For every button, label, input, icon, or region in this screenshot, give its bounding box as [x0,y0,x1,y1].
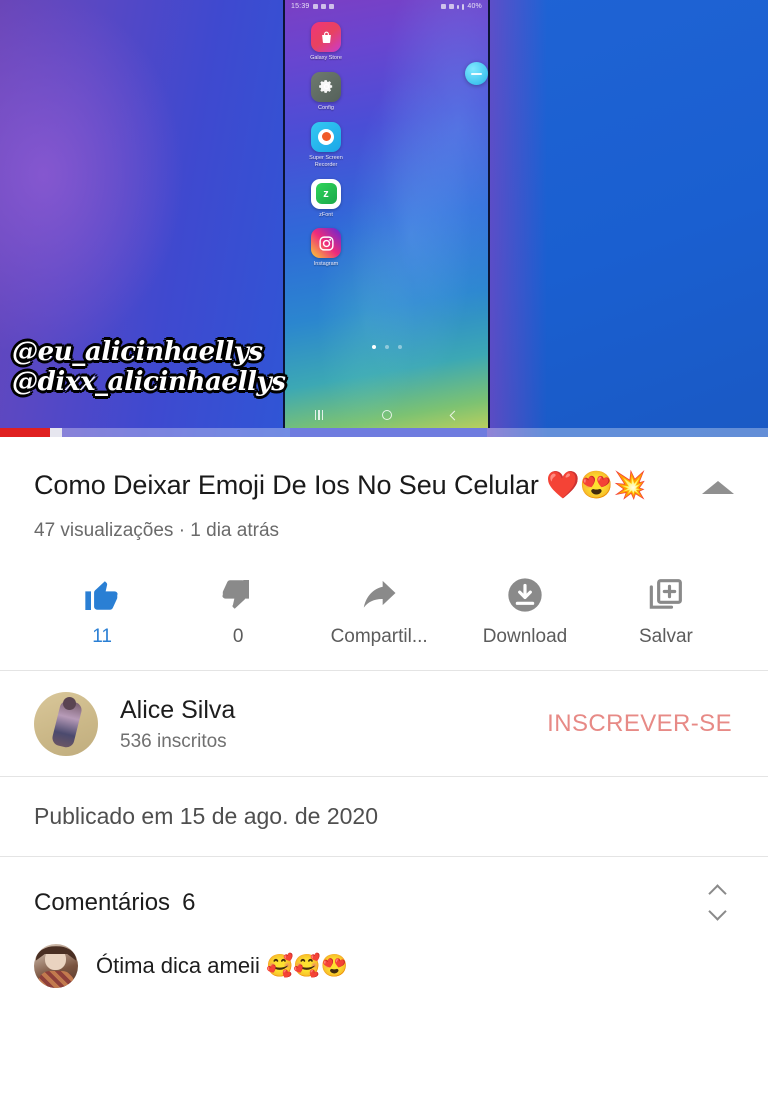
sort-icon[interactable] [701,883,734,922]
avatar[interactable] [34,691,98,756]
comment-text: Ótima dica ameii 🥰🥰😍 [96,953,349,979]
gear-icon [311,71,341,102]
status-bar-right: 40% [441,3,482,10]
download-label: Download [482,626,568,648]
subscribe-button[interactable]: INSCREVER-SE [547,710,734,738]
comments-header: Comentários 6 [34,883,734,922]
chevron-up-icon[interactable] [702,481,734,494]
player-background-glow [487,0,547,437]
status-icon-a [312,4,318,9]
comments-label: Comentários [34,888,171,916]
status-bar-time: 15:39 [291,3,310,10]
phone-app-label: Super Screen Recorder [309,154,343,168]
share-icon [357,572,401,618]
signal-icon-2 [462,3,465,10]
chevron-down-icon [708,902,727,921]
creator-watermark: @eu_alicinhaellys @dixx_alicinhaellys [12,337,286,398]
comment-avatar [34,944,78,989]
video-details: Como Deixar Emoji De Ios No Seu Celular … [0,437,768,670]
phone-app-config: Config [298,71,354,112]
home-page-indicator [285,345,488,349]
share-label: Compartil... [330,626,428,648]
save-playlist-button[interactable]: Salvar [598,572,734,648]
save-playlist-icon [646,572,686,618]
list-item[interactable]: Ótima dica ameii 🥰🥰😍 [34,944,734,989]
comments-section[interactable]: Comentários 6 Ótima dica ameii 🥰🥰😍 [0,857,768,989]
home-icon [382,410,393,420]
channel-text: Alice Silva 536 inscritos [120,695,547,753]
phone-app-grid: Galaxy Store Config Super Screen Recorde… [298,22,354,278]
like-button[interactable]: 11 [34,572,170,648]
phone-app-galaxy-store: Galaxy Store [298,22,354,62]
video-progress-bar[interactable] [0,428,768,437]
shopping-bag-icon [311,22,341,52]
mute-icon [441,4,447,9]
instagram-icon [311,228,341,259]
status-icon-b [320,4,326,9]
zfont-icon: z [311,178,341,209]
action-button-row: 11 0 Compartil... Download Salvar [34,572,734,670]
status-bar-left: 15:39 [291,3,334,10]
phone-app-label: zFont [319,211,333,218]
share-button[interactable]: Compartil... [306,572,452,648]
wifi-icon [449,4,455,9]
android-nav-bar [285,402,488,428]
subscriber-count: 536 inscritos [120,730,227,752]
comments-title-group: Comentários 6 [34,889,195,917]
signal-icon-1 [457,4,460,9]
comments-count: 6 [182,888,196,916]
page-dot-2 [384,345,389,349]
progress-played [0,428,50,437]
save-label: Salvar [639,626,693,648]
view-count-and-date: 47 visualizações · 1 dia atrás [34,520,280,542]
chevron-up-icon [708,884,727,903]
channel-row[interactable]: Alice Silva 536 inscritos INSCREVER-SE [0,671,768,776]
recents-icon [314,410,324,420]
phone-status-bar: 15:39 40% [285,0,488,13]
download-button[interactable]: Download [452,572,598,648]
page-dot-1 [371,345,376,349]
status-icon-c [328,4,334,9]
phone-app-instagram: Instagram [298,228,354,268]
dislike-count: 0 [232,626,244,648]
download-icon [505,572,545,618]
video-title: Como Deixar Emoji De Ios No Seu Celular … [34,470,647,500]
phone-app-label: Instagram [313,261,339,268]
channel-name: Alice Silva [120,695,236,724]
title-row[interactable]: Como Deixar Emoji De Ios No Seu Celular … [34,467,734,504]
dislike-button[interactable]: 0 [170,572,306,648]
comment-avatar-body [38,971,74,989]
video-player[interactable]: 15:39 40% Galaxy Store Config Super Scre… [0,0,768,437]
page-dot-3 [397,345,402,349]
watermark-line-1: @eu_alicinhaellys [12,337,263,367]
phone-app-label: Galaxy Store [310,55,342,61]
phone-app-zfont: z zFont [298,178,354,219]
thumbs-down-icon [218,572,258,618]
back-icon [449,410,460,420]
avatar-head [63,696,76,710]
phone-screen-recording: 15:39 40% Galaxy Store Config Super Scre… [283,0,490,428]
record-icon [311,121,341,152]
watermark-line-2: @dixx_alicinhaellys [12,366,286,397]
phone-app-screen-recorder: Super Screen Recorder [298,121,354,169]
floating-recorder-button [465,62,488,85]
status-bar-battery: 40% [467,3,482,10]
published-date: Publicado em 15 de ago. de 2020 [34,803,378,830]
thumbs-up-icon [82,572,122,618]
like-count: 11 [92,626,112,648]
phone-app-label: Config [318,104,334,111]
